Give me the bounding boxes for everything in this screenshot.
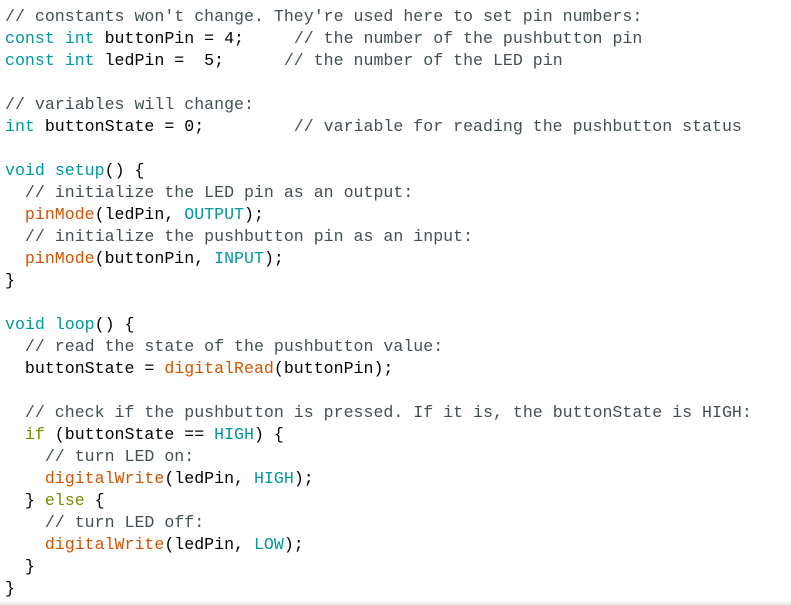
code-text: () { bbox=[94, 315, 135, 334]
code-line: digitalWrite(ledPin, LOW); bbox=[5, 534, 752, 556]
code-keyword: setup bbox=[54, 161, 105, 180]
code-text: buttonPin = 4; bbox=[94, 29, 294, 48]
code-keyword: int bbox=[5, 117, 35, 136]
code-line: const int buttonPin = 4; // the number o… bbox=[5, 28, 752, 50]
code-text: (buttonPin, bbox=[94, 249, 215, 268]
code-line: const int ledPin = 5; // the number of t… bbox=[5, 50, 752, 72]
code-keyword: HIGH bbox=[214, 425, 254, 444]
code-keyword: loop bbox=[54, 315, 95, 334]
code-control: if bbox=[24, 425, 45, 444]
code-keyword: void bbox=[5, 315, 45, 334]
code-text: ); bbox=[283, 535, 304, 554]
code-text: } bbox=[5, 491, 45, 510]
code-line: pinMode(buttonPin, INPUT); bbox=[5, 248, 752, 270]
code-text: (buttonPin); bbox=[273, 359, 394, 378]
code-text: ); bbox=[263, 249, 284, 268]
code-text: ledPin = 5; bbox=[94, 51, 284, 70]
code-line: // initialize the pushbutton pin as an i… bbox=[5, 226, 752, 248]
code-comment: // initialize the pushbutton pin as an i… bbox=[24, 227, 474, 246]
code-text: } bbox=[5, 557, 35, 576]
code-function: digitalWrite bbox=[44, 469, 165, 488]
code-text: ); bbox=[244, 205, 264, 224]
code-text: ) { bbox=[253, 425, 284, 444]
code-keyword: HIGH bbox=[253, 469, 294, 488]
code-line: } else { bbox=[5, 490, 752, 512]
code-line: // read the state of the pushbutton valu… bbox=[5, 336, 752, 358]
code-keyword: OUTPUT bbox=[184, 205, 245, 224]
code-comment: // constants won't change. They're used … bbox=[5, 7, 643, 26]
code-line: // variables will change: bbox=[5, 94, 752, 116]
code-comment: // variables will change: bbox=[5, 95, 254, 114]
code-line: } bbox=[5, 556, 752, 578]
code-comment: // read the state of the pushbutton valu… bbox=[24, 337, 444, 356]
code-line: int buttonState = 0; // variable for rea… bbox=[5, 116, 752, 138]
code-keyword: int bbox=[64, 29, 95, 48]
code-text: } bbox=[5, 579, 15, 598]
code-text: buttonState = 0; bbox=[34, 117, 294, 136]
code-comment: // initialize the LED pin as an output: bbox=[24, 183, 414, 202]
code-comment: // the number of the LED pin bbox=[283, 51, 563, 70]
code-line: if (buttonState == HIGH) { bbox=[5, 424, 752, 446]
code-line: void loop() { bbox=[5, 314, 752, 336]
code-text: (ledPin, bbox=[94, 205, 185, 224]
code-text: { bbox=[84, 491, 105, 510]
code-line: digitalWrite(ledPin, HIGH); bbox=[5, 468, 752, 490]
code-line: // turn LED off: bbox=[5, 512, 752, 534]
code-block: // constants won't change. They're used … bbox=[5, 6, 752, 600]
code-keyword: void bbox=[5, 161, 45, 180]
code-comment: // turn LED off: bbox=[44, 513, 205, 532]
code-text: } bbox=[5, 271, 15, 290]
code-comment: // variable for reading the pushbutton s… bbox=[293, 117, 742, 136]
code-line: } bbox=[5, 578, 752, 600]
code-keyword: const bbox=[5, 51, 55, 70]
code-line: } bbox=[5, 270, 752, 292]
code-line: buttonState = digitalRead(buttonPin); bbox=[5, 358, 752, 380]
code-text: (ledPin, bbox=[164, 535, 254, 554]
code-text: (buttonState == bbox=[44, 425, 215, 444]
code-line: pinMode(ledPin, OUTPUT); bbox=[5, 204, 752, 226]
code-comment: // check if the pushbutton is pressed. I… bbox=[24, 403, 752, 422]
code-comment: // the number of the pushbutton pin bbox=[293, 29, 643, 48]
code-keyword: LOW bbox=[253, 535, 284, 554]
code-comment: // turn LED on: bbox=[44, 447, 195, 466]
code-function: pinMode bbox=[24, 249, 95, 268]
code-text: ); bbox=[293, 469, 314, 488]
code-text: buttonState = bbox=[5, 359, 165, 378]
code-text: () { bbox=[104, 161, 145, 180]
code-function: digitalWrite bbox=[44, 535, 165, 554]
code-text: (ledPin, bbox=[164, 469, 254, 488]
code-keyword: const bbox=[5, 29, 55, 48]
code-line: // check if the pushbutton is pressed. I… bbox=[5, 402, 752, 424]
code-control: else bbox=[44, 491, 85, 510]
code-function: digitalRead bbox=[164, 359, 274, 378]
code-function: pinMode bbox=[24, 205, 95, 224]
code-keyword: int bbox=[64, 51, 95, 70]
code-line: // initialize the LED pin as an output: bbox=[5, 182, 752, 204]
code-line: void setup() { bbox=[5, 160, 752, 182]
code-line: // constants won't change. They're used … bbox=[5, 6, 752, 28]
code-line: // turn LED on: bbox=[5, 446, 752, 468]
code-keyword: INPUT bbox=[214, 249, 264, 268]
